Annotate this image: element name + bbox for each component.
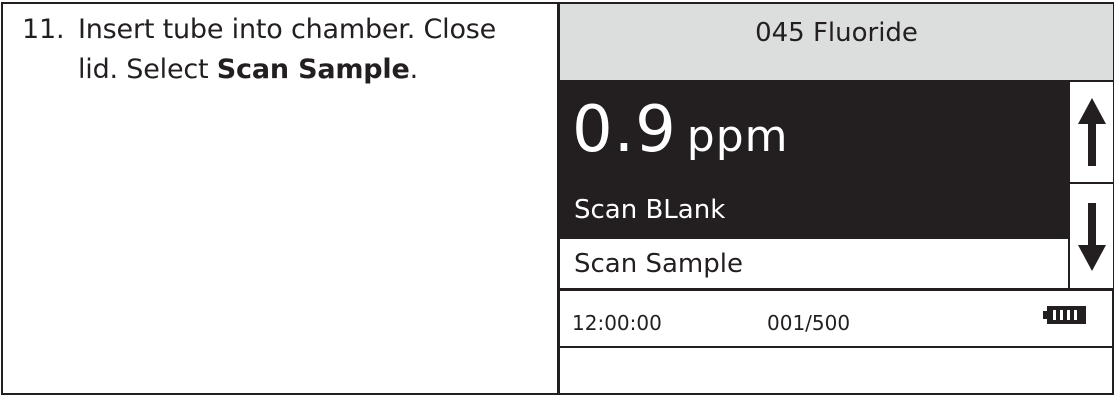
instruction-line-2-prefix: lid. Select xyxy=(78,54,217,85)
scroll-buttons xyxy=(1068,82,1113,289)
result-display: 0.9 ppm xyxy=(572,90,789,177)
result-value: 0.9 xyxy=(572,93,677,167)
result-unit: ppm xyxy=(686,111,789,162)
arrow-down-icon xyxy=(1077,202,1106,271)
scroll-down-button[interactable] xyxy=(1070,184,1113,289)
menu-item-scan-sample[interactable]: Scan Sample xyxy=(560,237,1068,290)
instruction-emphasis: Scan Sample xyxy=(216,54,410,85)
screen-title: 045 Fluoride xyxy=(560,4,1113,82)
bottom-separator xyxy=(560,346,1113,348)
menu-item-scan-blank[interactable]: Scan BLank xyxy=(560,184,1068,237)
battery-full-icon xyxy=(1043,306,1086,324)
status-bar: 12:00:00 001/500 xyxy=(560,291,1113,346)
status-time: 12:00:00 xyxy=(572,311,662,335)
scroll-up-button[interactable] xyxy=(1070,82,1113,182)
instruction-line-2-suffix: . xyxy=(409,54,419,85)
instruction-line-1: 11. Insert tube into chamber. Close xyxy=(22,10,542,50)
arrow-up-icon xyxy=(1077,98,1106,166)
instruction-line-2: lid. Select Scan Sample. xyxy=(22,50,542,90)
status-test-count: 001/500 xyxy=(767,311,851,335)
instruction-line-1-text: Insert tube into chamber. Close xyxy=(78,14,497,45)
instruction-text: 11. Insert tube into chamber. Close lid. … xyxy=(22,10,542,90)
step-number: 11. xyxy=(22,14,65,45)
